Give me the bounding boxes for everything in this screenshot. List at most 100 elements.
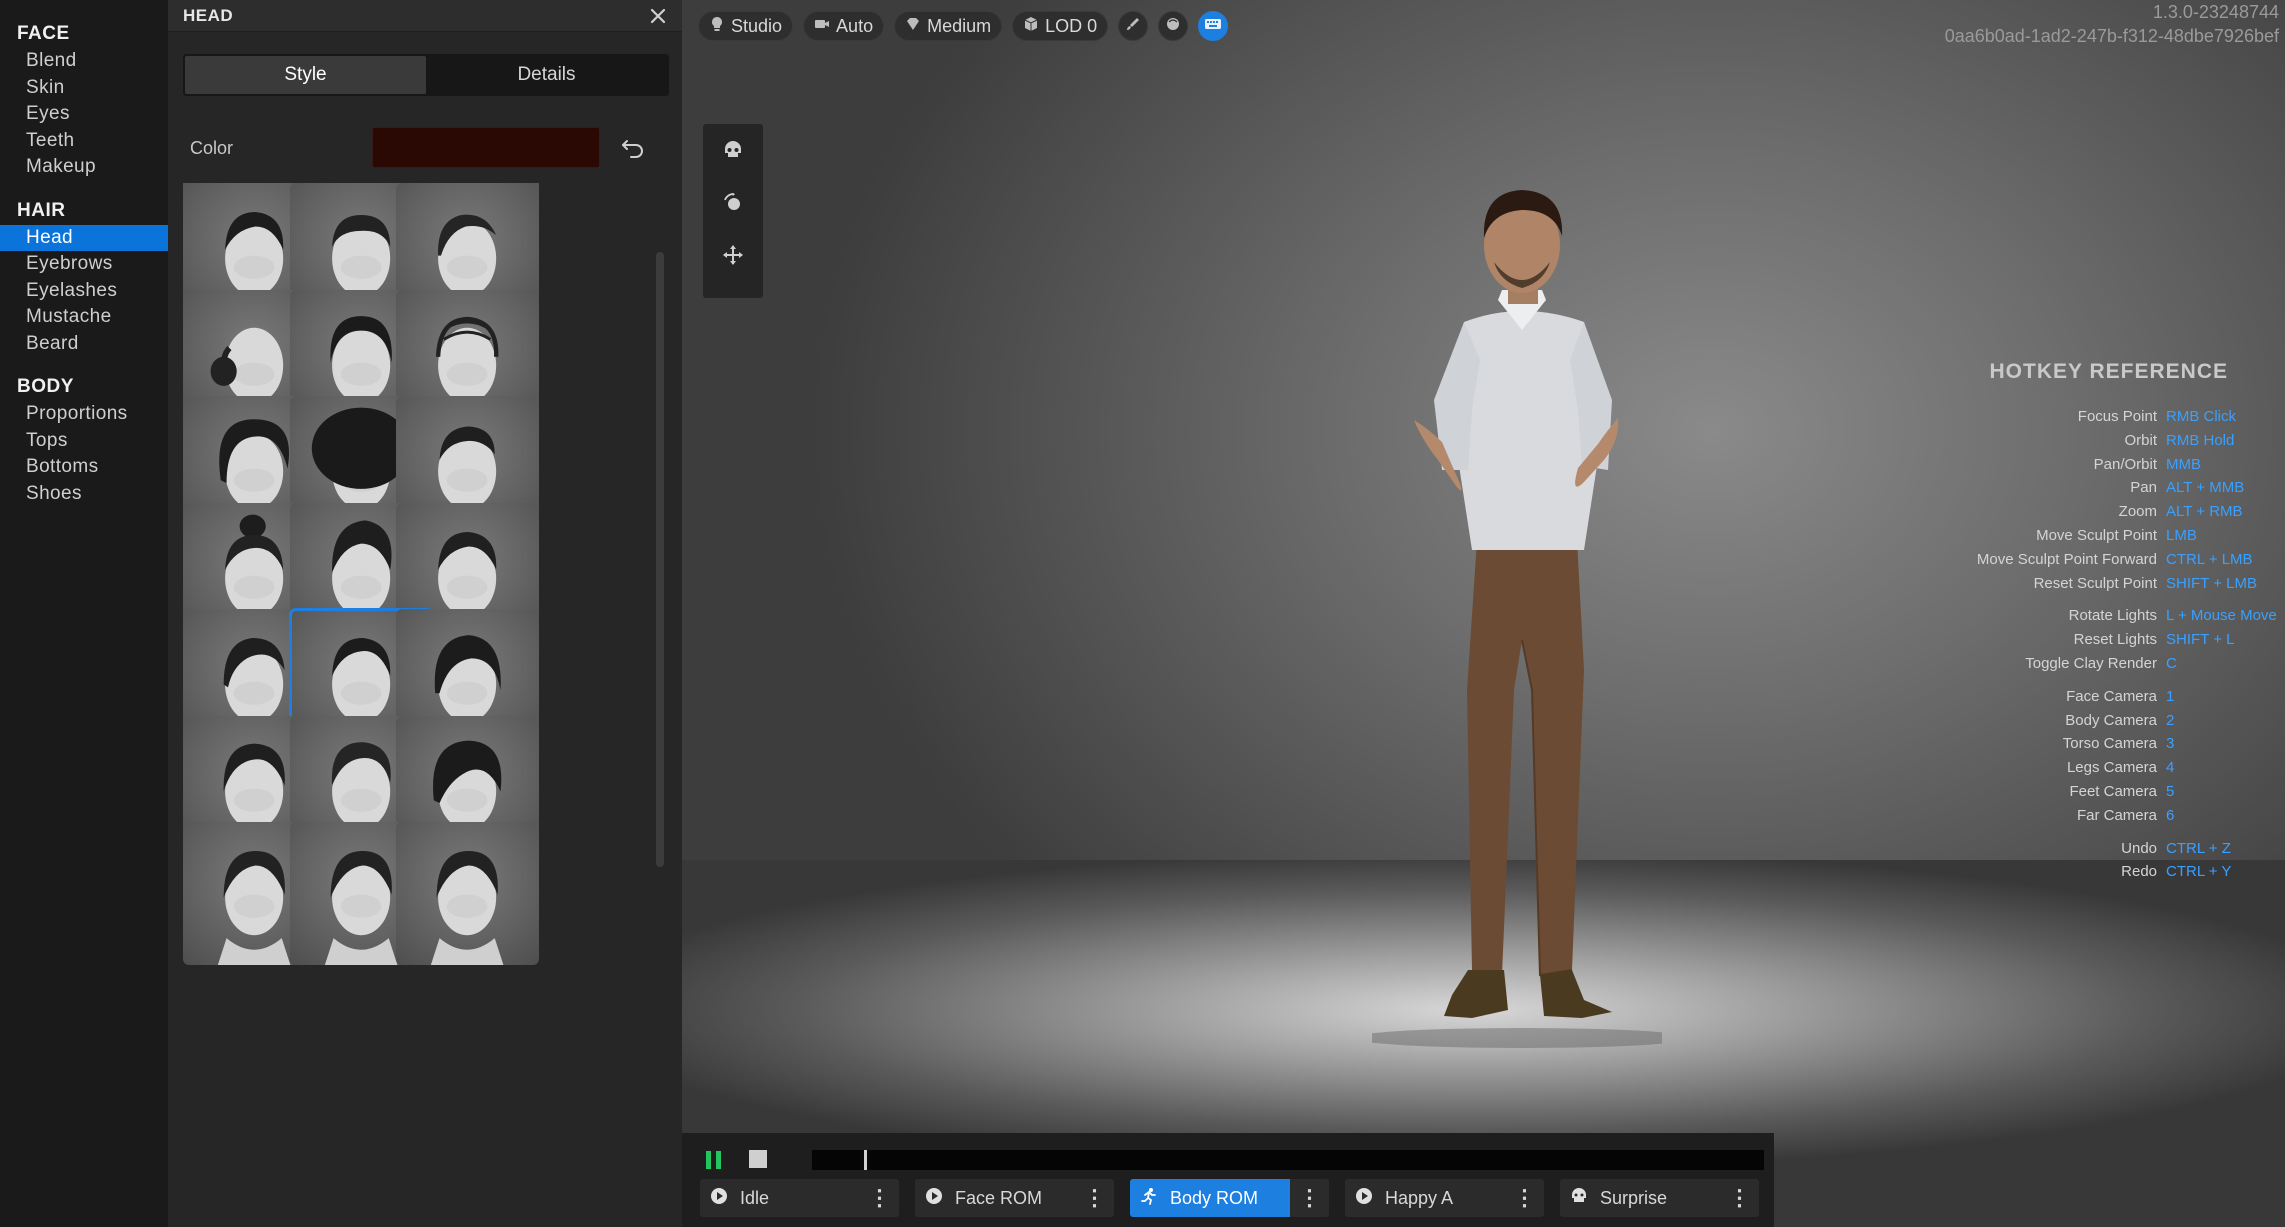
stop-button[interactable] — [749, 1150, 767, 1168]
more-options-icon[interactable]: ⋮ — [860, 1179, 899, 1217]
tab-style[interactable]: Style — [185, 56, 426, 94]
viewport-side-tools — [703, 124, 763, 298]
more-options-icon[interactable]: ⋮ — [1075, 1179, 1114, 1217]
hotkey-key: 2 — [2166, 711, 2175, 729]
nav-item-teeth[interactable]: Teeth — [0, 128, 168, 155]
camera-icon — [814, 16, 830, 37]
hotkey-row: Redo CTRL + Y — [1512, 863, 2282, 885]
hairstyle-thumb-partial-bottom[interactable] — [396, 822, 539, 965]
nav-item-eyelashes[interactable]: Eyelashes — [0, 278, 168, 305]
panel-tabs: Style Details — [183, 54, 669, 96]
camera-label: Auto — [836, 15, 874, 36]
more-options-icon[interactable]: ⋮ — [1290, 1179, 1329, 1217]
hotkey-label: Legs Camera — [2066, 759, 2157, 777]
nav-item-tops[interactable]: Tops — [0, 428, 168, 455]
hotkey-row: Face Camera 1 — [1512, 688, 2282, 710]
nav-item-eyes[interactable]: Eyes — [0, 101, 168, 128]
camera-auto-button[interactable]: Auto — [803, 11, 885, 41]
hotkey-key: C — [2166, 655, 2177, 672]
hotkey-key: RMB Click — [2166, 408, 2236, 425]
skull-button[interactable] — [718, 138, 748, 168]
hotkey-key: CTRL + Z — [2166, 839, 2231, 857]
pause-button[interactable] — [703, 1148, 725, 1172]
anim-face-rom-button[interactable]: Face ROM — [915, 1179, 1075, 1217]
hotkey-row: Reset Sculpt Point SHIFT + LMB — [1512, 575, 2282, 597]
anim-label: Surprise — [1600, 1187, 1668, 1208]
panel-scrollbar[interactable] — [656, 252, 664, 867]
hotkey-label: Move Sculpt Point — [2036, 527, 2157, 544]
rotate-light-icon — [722, 192, 744, 219]
nav-group-face: FACE Blend Skin Eyes Teeth Makeup — [0, 20, 168, 181]
panel-title: HEAD — [183, 6, 234, 25]
3d-viewport[interactable]: Studio Auto Medium LOD 0 1.3.0-23248744 … — [682, 0, 2285, 1227]
play-circle-icon — [925, 1187, 943, 1210]
anim-body-rom-button[interactable]: Body ROM — [1130, 1179, 1290, 1217]
hotkey-row: Legs Camera 4 — [1512, 759, 2282, 781]
lod-button[interactable]: LOD 0 — [1012, 11, 1109, 41]
hotkey-key: LMB — [2166, 527, 2197, 544]
move-button[interactable] — [718, 242, 748, 272]
more-options-icon[interactable]: ⋮ — [1720, 1179, 1759, 1217]
hotkey-key: CTRL + Y — [2166, 863, 2232, 881]
close-icon[interactable] — [646, 4, 670, 28]
play-circle-icon — [1355, 1187, 1373, 1210]
hotkey-label: Reset Sculpt Point — [2033, 574, 2157, 592]
hotkey-key: SHIFT + L — [2166, 631, 2235, 649]
nav-item-skin[interactable]: Skin — [0, 75, 168, 102]
brush-button[interactable] — [1118, 11, 1149, 41]
skull-icon — [723, 140, 743, 167]
quality-medium-button[interactable]: Medium — [894, 11, 1003, 41]
panel-header: HEAD — [168, 0, 682, 32]
nav-item-eyebrows[interactable]: Eyebrows — [0, 251, 168, 278]
hotkey-row: Focus Point RMB Click — [1512, 408, 2282, 430]
quality-diamond-icon — [905, 16, 921, 37]
play-circle-icon — [710, 1187, 728, 1210]
anim-happy-a-button[interactable]: Happy A — [1345, 1179, 1505, 1217]
timeline-track[interactable] — [812, 1150, 1764, 1170]
hotkey-row: Body Camera 2 — [1512, 712, 2282, 734]
nav-item-blend[interactable]: Blend — [0, 48, 168, 75]
hotkey-label: Torso Camera — [2062, 735, 2157, 753]
nav-item-makeup[interactable]: Makeup — [0, 154, 168, 181]
keyboard-button[interactable] — [1198, 11, 1229, 41]
running-figure-icon — [1140, 1187, 1158, 1210]
hotkey-title: HOTKEY REFERENCE — [1989, 360, 2228, 383]
move-icon — [722, 244, 744, 271]
brush-icon — [1125, 16, 1141, 37]
hotkey-row: Feet Camera 5 — [1512, 783, 2282, 805]
anim-surprise: Surprise ⋮ — [1560, 1179, 1759, 1217]
anim-label: Happy A — [1385, 1187, 1454, 1208]
hotkey-label: Body Camera — [2065, 711, 2157, 729]
hotkey-key: 5 — [2166, 783, 2175, 800]
sphere-button[interactable] — [1158, 11, 1189, 41]
hotkey-label: Pan — [2130, 479, 2157, 497]
hotkey-key: 6 — [2166, 806, 2175, 824]
nav-item-proportions[interactable]: Proportions — [0, 401, 168, 428]
undo-arrow-icon[interactable] — [620, 136, 646, 160]
hotkey-label: Feet Camera — [2069, 783, 2157, 800]
more-options-icon[interactable]: ⋮ — [1505, 1179, 1544, 1217]
lod-label: LOD 0 — [1045, 15, 1098, 36]
asset-guid: 0aa6b0ad-1ad2-247b-f312-48dbe7926bef — [1944, 26, 2279, 46]
cube-icon — [1023, 16, 1039, 37]
timeline-playhead[interactable] — [864, 1150, 868, 1170]
lighting-studio-button[interactable]: Studio — [698, 11, 794, 41]
tab-details[interactable]: Details — [426, 56, 667, 94]
hotkey-row: Torso Camera 3 — [1512, 735, 2282, 757]
rotate-light-button[interactable] — [718, 190, 748, 220]
anim-idle-button[interactable]: Idle — [700, 1179, 860, 1217]
nav-item-head[interactable]: Head — [0, 224, 168, 251]
nav-item-beard[interactable]: Beard — [0, 331, 168, 358]
hotkey-row: Orbit RMB Hold — [1512, 432, 2282, 454]
color-swatch[interactable] — [372, 127, 600, 168]
hotkey-label: Rotate Lights — [2068, 607, 2157, 625]
nav-group-title: HAIR — [17, 199, 66, 221]
hotkey-row: Reset Lights SHIFT + L — [1512, 631, 2282, 653]
hotkey-label: Undo — [2121, 839, 2157, 857]
nav-item-shoes[interactable]: Shoes — [0, 481, 168, 508]
nav-item-mustache[interactable]: Mustache — [0, 304, 168, 331]
anim-happy-a: Happy A ⋮ — [1345, 1179, 1544, 1217]
nav-item-bottoms[interactable]: Bottoms — [0, 454, 168, 481]
hotkey-row: Zoom ALT + RMB — [1512, 503, 2282, 525]
anim-surprise-button[interactable]: Surprise — [1560, 1179, 1720, 1217]
